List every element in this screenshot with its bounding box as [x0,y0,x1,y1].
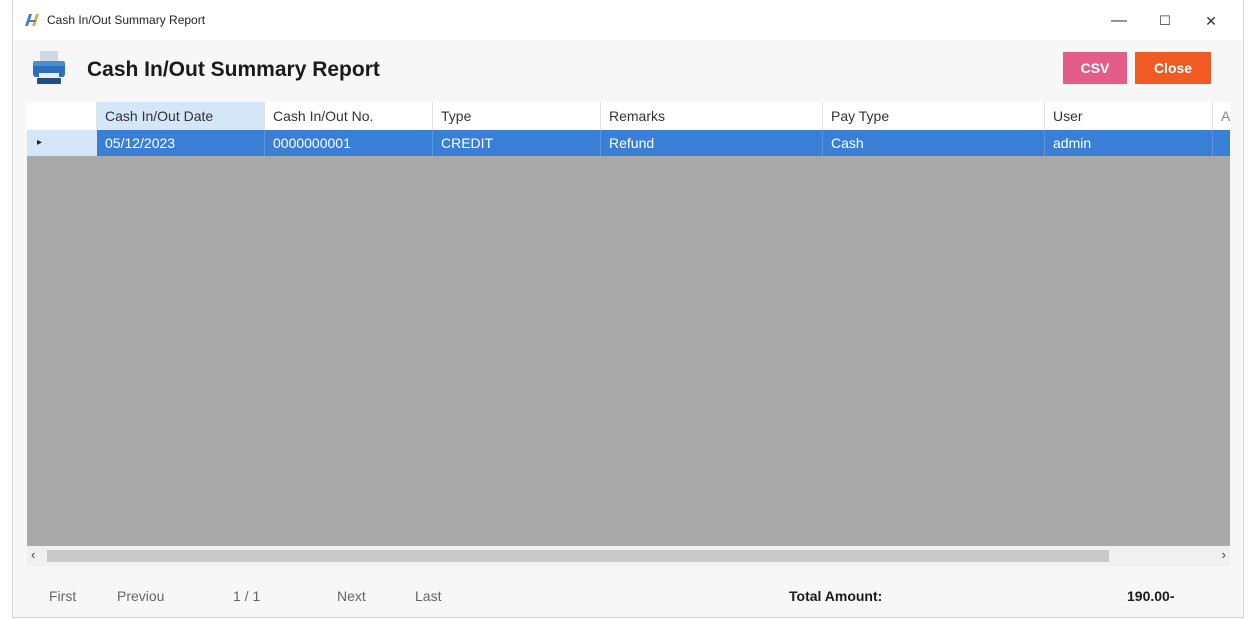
minimize-button[interactable]: — [1099,6,1139,36]
app-logo-icon [25,14,39,26]
cell-number: 0000000001 [265,130,433,156]
report-window: Cash In/Out Summary Report — ☐ ✕ Cash In… [12,0,1244,618]
title-bar: Cash In/Out Summary Report — ☐ ✕ [13,0,1243,40]
column-header-amount[interactable]: A [1213,102,1230,130]
next-page-button[interactable]: Next [337,588,366,604]
minimize-icon: — [1111,12,1127,29]
cell-type: CREDIT [433,130,601,156]
row-header[interactable]: ▸ [27,130,98,156]
page-title: Cash In/Out Summary Report [87,58,380,81]
cell-pay-type: Cash [823,130,1045,156]
column-header-number[interactable]: Cash In/Out No. [265,102,433,130]
horizontal-scrollbar[interactable]: ‹ › [27,546,1230,566]
cell-remarks: Refund [601,130,823,156]
row-header-corner [27,102,97,130]
cell-user: admin [1045,130,1213,156]
column-header-date[interactable]: Cash In/Out Date [97,102,265,130]
close-window-button[interactable]: ✕ [1191,6,1231,36]
maximize-button[interactable]: ☐ [1145,6,1185,36]
last-page-button[interactable]: Last [415,588,441,604]
report-grid[interactable]: Cash In/Out Date Cash In/Out No. Type Re… [27,102,1230,566]
csv-button[interactable]: CSV [1063,52,1127,84]
column-header-remarks[interactable]: Remarks [601,102,823,130]
column-header-pay-type[interactable]: Pay Type [823,102,1045,130]
printer-icon [33,51,65,84]
maximize-icon: ☐ [1159,13,1171,28]
pager-footer: First Previou 1 / 1 Next Last Total Amou… [13,580,1243,610]
column-header-user[interactable]: User [1045,102,1213,130]
cell-date: 05/12/2023 [97,130,265,156]
scrollbar-thumb[interactable] [47,550,1109,562]
scroll-right-icon[interactable]: › [1222,547,1226,562]
close-button[interactable]: Close [1135,52,1211,84]
total-amount-value: 190.00- [1127,588,1175,604]
scroll-left-icon[interactable]: ‹ [31,547,35,562]
page-indicator: 1 / 1 [233,588,261,604]
previous-page-button[interactable]: Previou [117,588,164,604]
close-icon: ✕ [1205,12,1217,29]
window-title: Cash In/Out Summary Report [47,13,206,27]
column-header-type[interactable]: Type [433,102,601,130]
report-header: Cash In/Out Summary Report CSV Close [13,42,1243,98]
row-pointer-icon: ▸ [37,137,43,148]
total-amount-label: Total Amount: [789,588,883,604]
grid-header-row: Cash In/Out Date Cash In/Out No. Type Re… [27,102,1230,130]
table-row[interactable]: 05/12/2023 0000000001 CREDIT Refund Cash… [97,130,1230,156]
first-page-button[interactable]: First [49,588,76,604]
